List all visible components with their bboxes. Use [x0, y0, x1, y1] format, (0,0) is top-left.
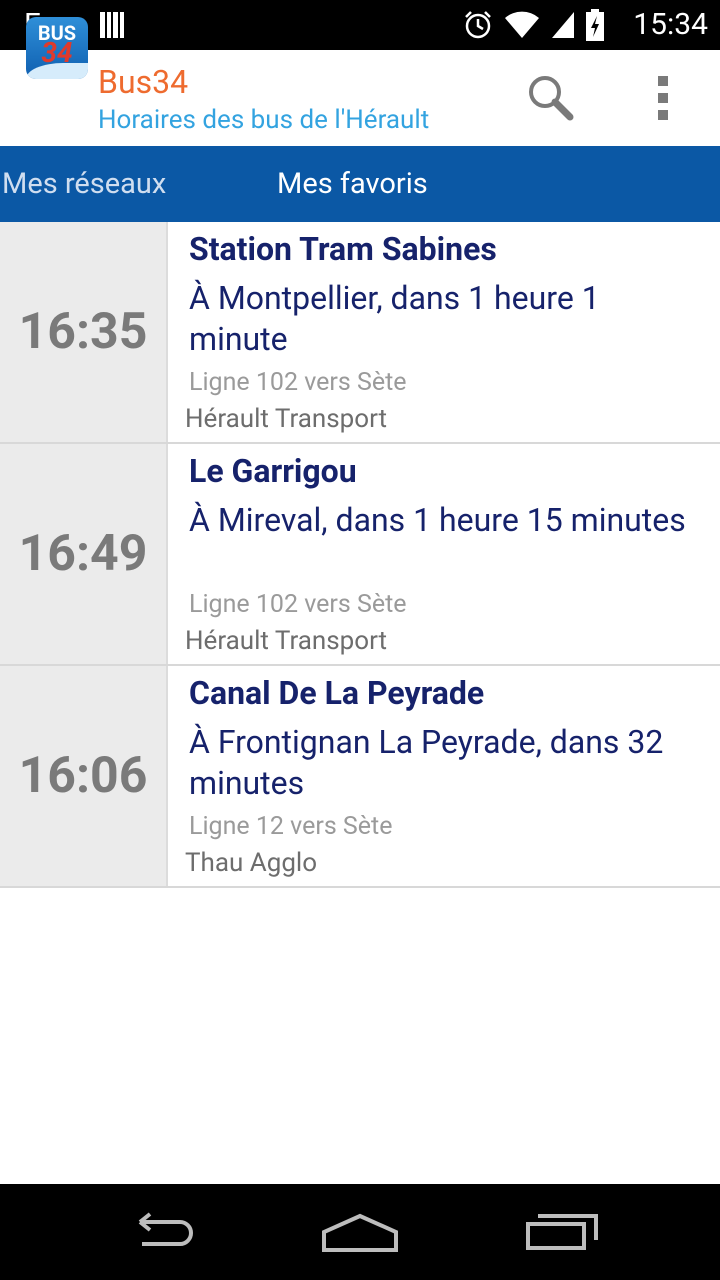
- tab-bar: Mes réseaux Mes favoris: [0, 146, 720, 222]
- line-info: Ligne 102 vers Sète: [189, 368, 407, 397]
- destination-eta: À Frontignan La Peyrade, dans 32 minutes: [189, 723, 664, 802]
- departure-time-cell: 16:35: [0, 222, 168, 442]
- departure-time: 16:49: [18, 525, 148, 583]
- departure-time-cell: 16:06: [0, 666, 168, 886]
- home-icon[interactable]: [320, 1212, 400, 1252]
- stop-name: Canal De La Peyrade: [189, 674, 485, 712]
- app-subtitle: Horaires des bus de l'Hérault: [98, 105, 430, 135]
- alarm-clock-icon: [465, 11, 491, 39]
- wifi-icon: [505, 11, 539, 38]
- status-bar: Free 15:34: [0, 0, 720, 50]
- list-item[interactable]: 16:35 Station Tram Sabines À Montpellier…: [0, 222, 720, 444]
- cell-signal-icon: [552, 12, 574, 38]
- clock: 15:34: [633, 7, 708, 42]
- overflow-menu-icon[interactable]: [648, 72, 678, 124]
- network-name: Thau Agglo: [185, 848, 318, 878]
- search-icon: [529, 76, 574, 121]
- stop-name: Le Garrigou: [189, 452, 357, 490]
- departure-time-cell: 16:49: [0, 444, 168, 664]
- destination-eta: À Montpellier, dans 1 heure 1 minute: [189, 279, 600, 358]
- favorites-list: 16:35 Station Tram Sabines À Montpellier…: [0, 222, 720, 888]
- stop-name: Station Tram Sabines: [189, 230, 497, 268]
- tab-mes-favoris[interactable]: Mes favoris: [277, 146, 428, 222]
- departure-time: 16:06: [18, 747, 148, 805]
- line-info: Ligne 12 vers Sète: [189, 812, 393, 841]
- battery-charging-icon: [586, 9, 604, 41]
- app-title: Bus34: [98, 63, 189, 101]
- search-button[interactable]: [524, 72, 576, 124]
- list-item[interactable]: 16:06 Canal De La Peyrade À Frontignan L…: [0, 666, 720, 888]
- back-icon[interactable]: [124, 1212, 196, 1252]
- destination-eta: À Mireval, dans 1 heure 15 minutes: [189, 501, 686, 539]
- network-name: Hérault Transport: [185, 404, 388, 434]
- recent-apps-icon[interactable]: [524, 1212, 600, 1252]
- sim-card-icon: [100, 12, 124, 38]
- navigation-bar: [0, 1184, 720, 1280]
- line-info: Ligne 102 vers Sète: [189, 590, 407, 619]
- app-logo[interactable]: BUS 34: [26, 17, 88, 79]
- list-item[interactable]: 16:49 Le Garrigou À Mireval, dans 1 heur…: [0, 444, 720, 666]
- departure-time: 16:35: [18, 303, 148, 361]
- network-name: Hérault Transport: [185, 626, 388, 656]
- tab-mes-reseaux[interactable]: Mes réseaux: [2, 146, 166, 222]
